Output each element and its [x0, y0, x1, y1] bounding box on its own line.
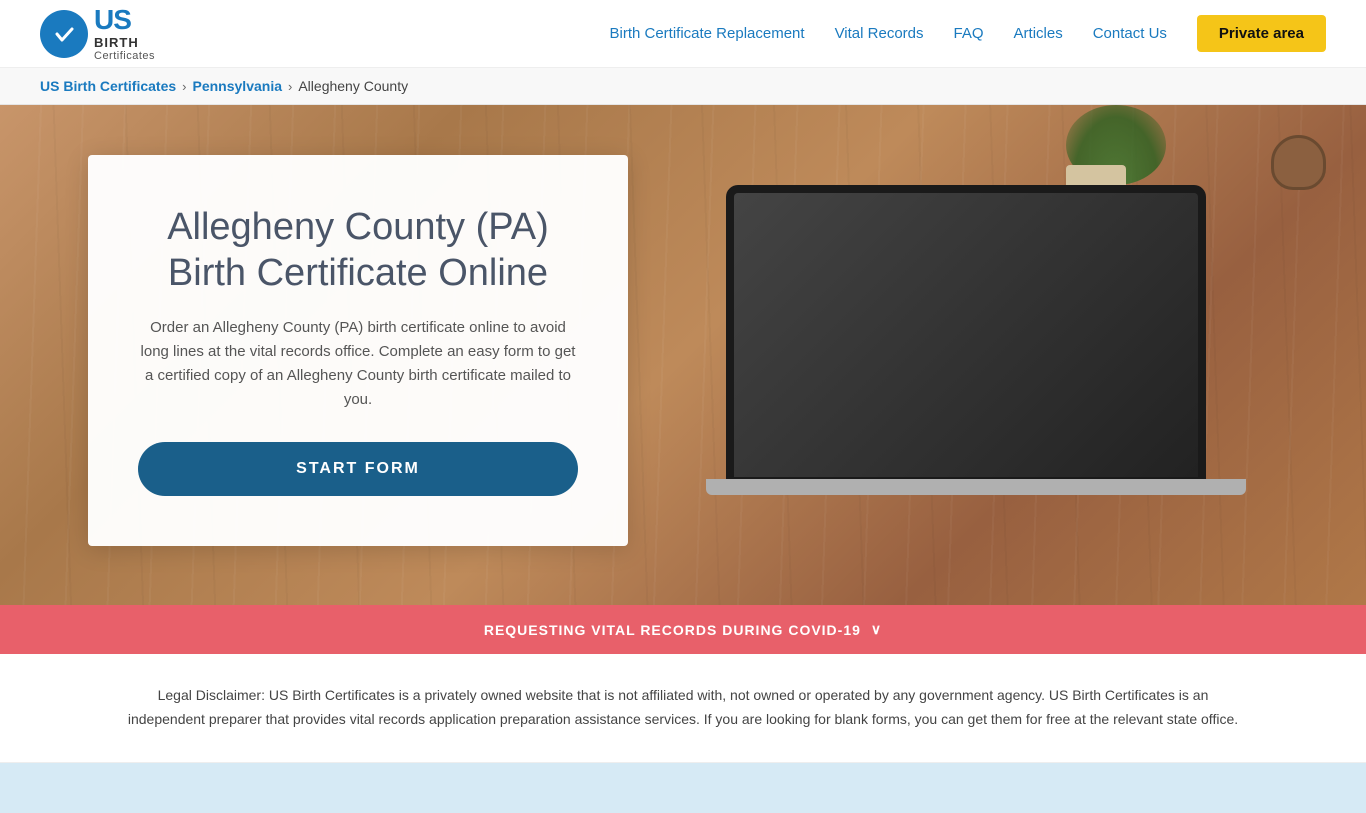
laptop-image: [666, 145, 1286, 565]
breadcrumb-sep2: ›: [288, 79, 292, 94]
nav-birth-cert[interactable]: Birth Certificate Replacement: [609, 25, 804, 42]
main-nav: Birth Certificate Replacement Vital Reco…: [609, 15, 1326, 52]
nav-articles[interactable]: Articles: [1014, 25, 1063, 42]
breadcrumb-sep1: ›: [182, 79, 186, 94]
breadcrumb-current: Allegheny County: [298, 78, 408, 94]
logo-icon: [40, 10, 88, 58]
disclaimer-section: Legal Disclaimer: US Birth Certificates …: [0, 654, 1366, 763]
logo[interactable]: US BIRTH Certificates: [40, 5, 155, 62]
hero-description: Order an Allegheny County (PA) birth cer…: [138, 316, 578, 412]
logo-us: US: [94, 5, 155, 36]
header: US BIRTH Certificates Birth Certificate …: [0, 0, 1366, 68]
covid-banner-text: REQUESTING VITAL RECORDS DURING COVID-19: [484, 622, 861, 638]
logo-text: US BIRTH Certificates: [94, 5, 155, 62]
logo-birth: BIRTH: [94, 36, 155, 50]
hero-title: Allegheny County (PA) Birth Certificate …: [138, 205, 578, 296]
chevron-down-icon: ∨: [871, 621, 882, 638]
covid-banner[interactable]: REQUESTING VITAL RECORDS DURING COVID-19…: [0, 605, 1366, 654]
start-form-button[interactable]: START FORM: [138, 442, 578, 496]
nav-vital-records[interactable]: Vital Records: [835, 25, 924, 42]
breadcrumb-home[interactable]: US Birth Certificates: [40, 78, 176, 94]
nav-faq[interactable]: FAQ: [954, 25, 984, 42]
laptop-base: [706, 479, 1246, 495]
logo-certs: Certificates: [94, 50, 155, 62]
disclaimer-text: Legal Disclaimer: US Birth Certificates …: [120, 684, 1246, 732]
laptop-screen: [726, 185, 1206, 485]
breadcrumb: US Birth Certificates › Pennsylvania › A…: [0, 68, 1366, 105]
breadcrumb-state[interactable]: Pennsylvania: [193, 78, 283, 94]
private-area-button[interactable]: Private area: [1197, 15, 1326, 52]
hero-card: Allegheny County (PA) Birth Certificate …: [88, 155, 628, 546]
hero-section: Allegheny County (PA) Birth Certificate …: [0, 105, 1366, 605]
footer-strip: [0, 763, 1366, 813]
nav-contact[interactable]: Contact Us: [1093, 25, 1167, 42]
